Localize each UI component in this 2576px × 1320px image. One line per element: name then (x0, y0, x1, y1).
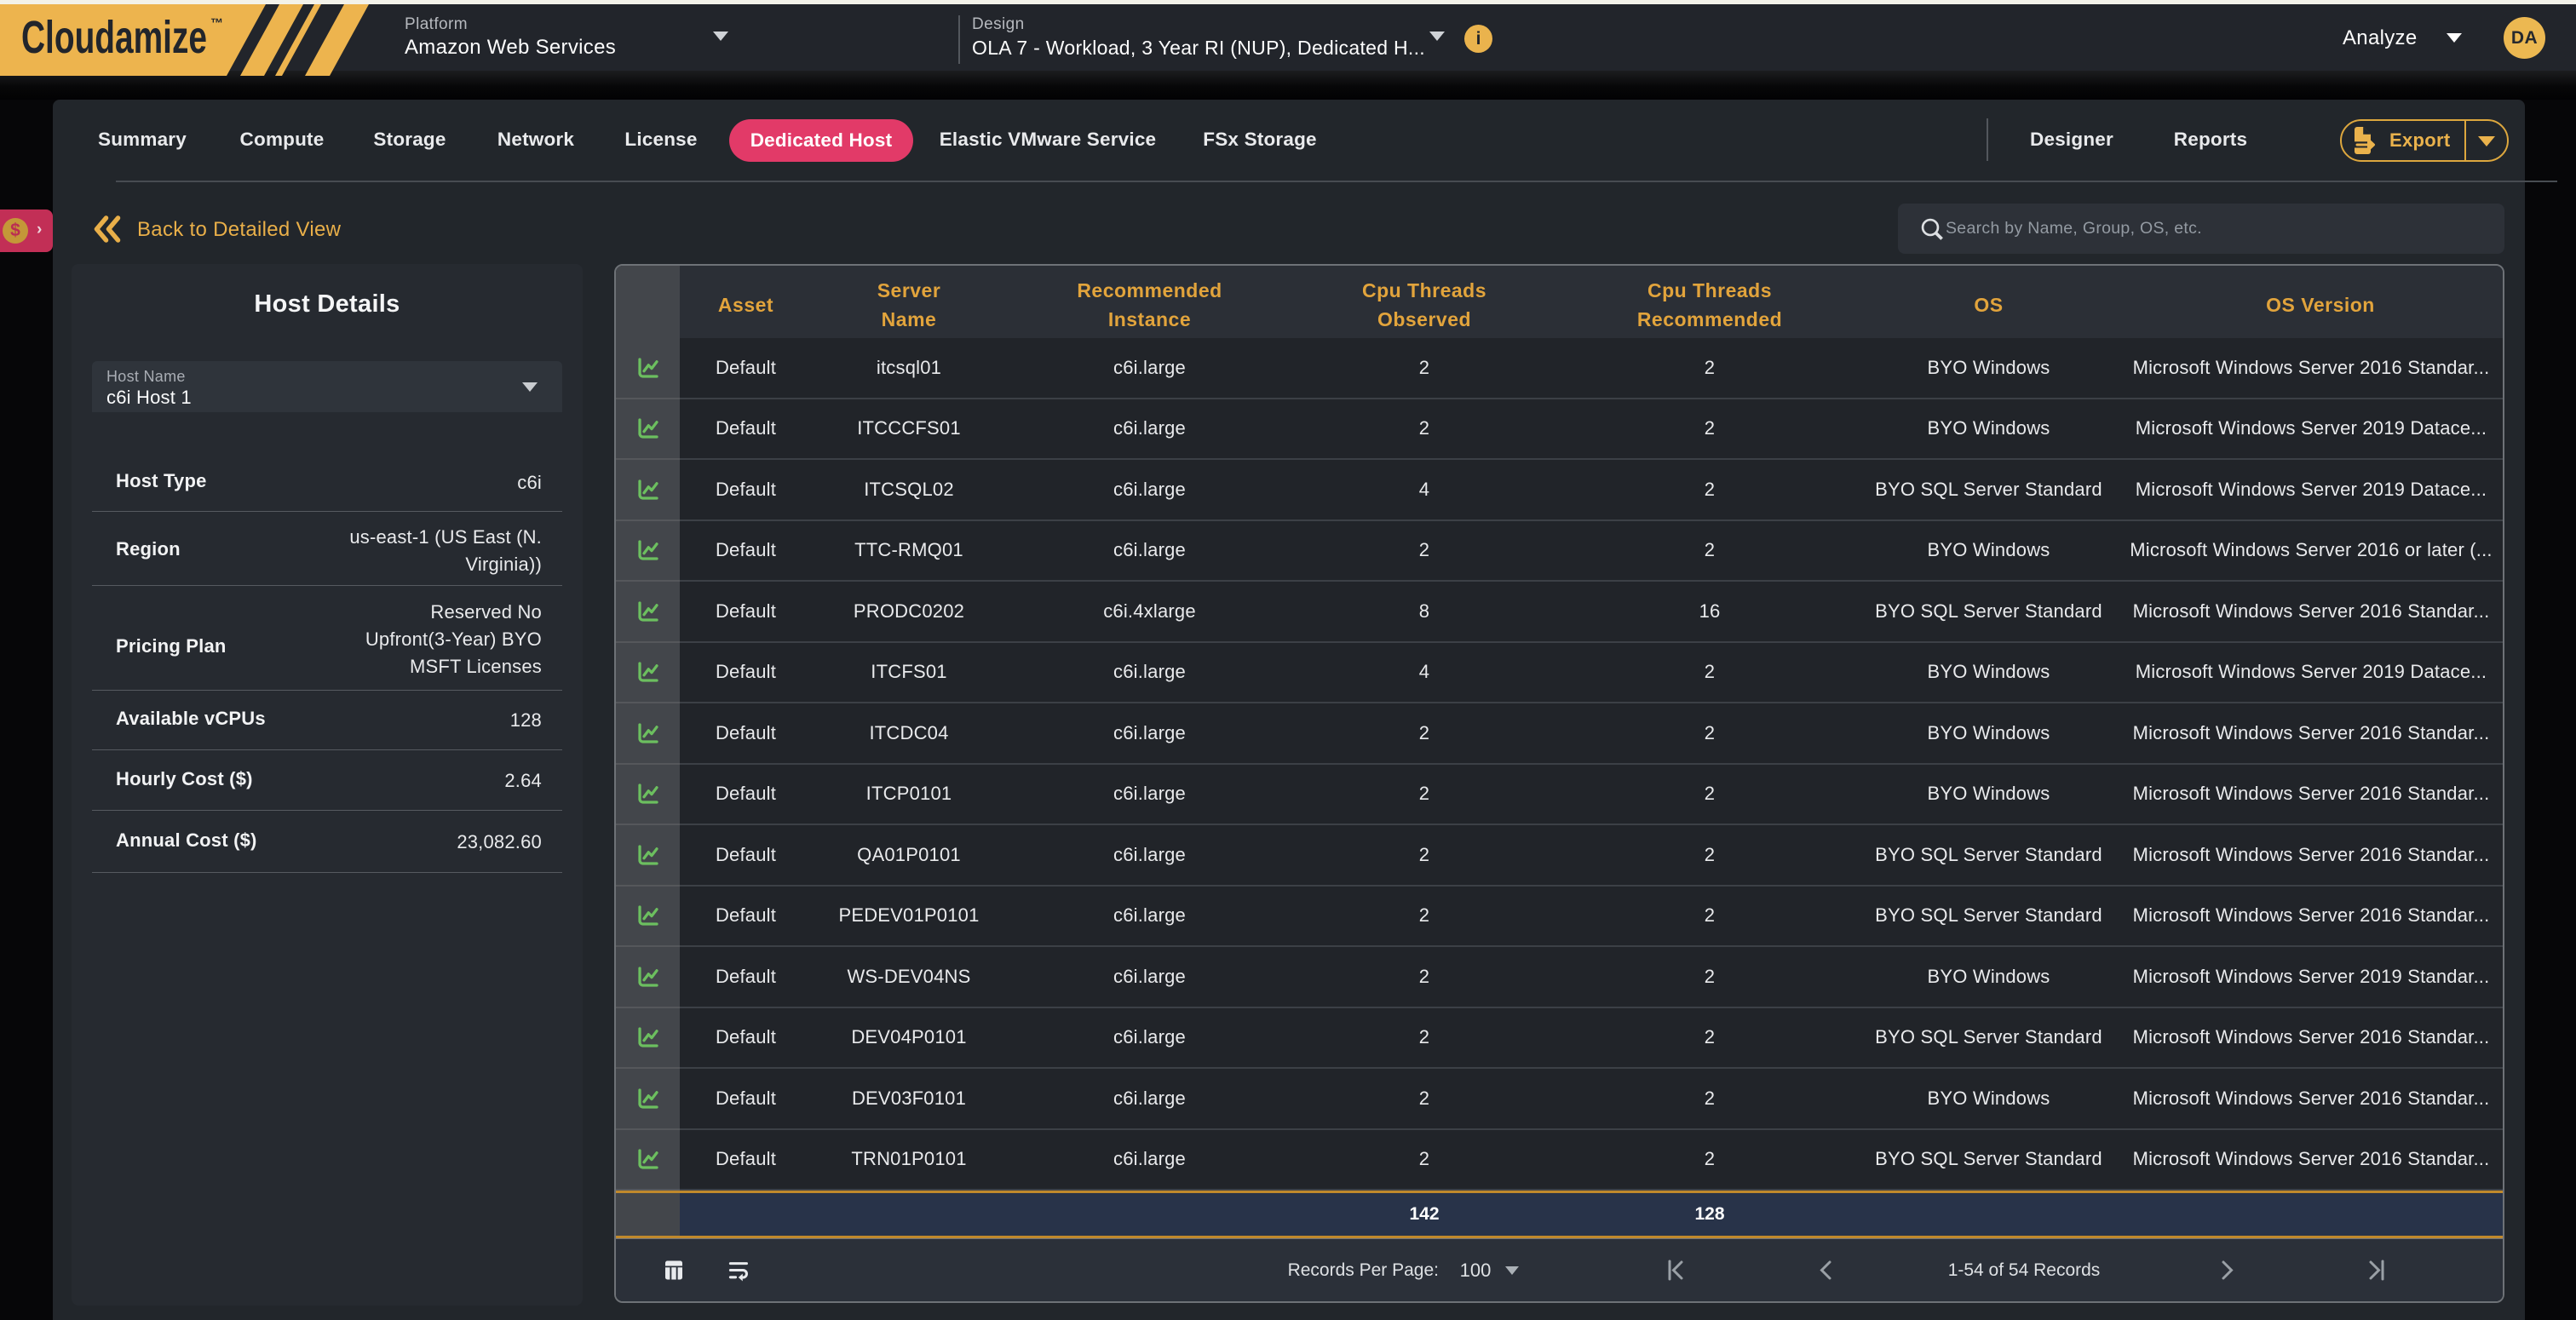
svg-text:™: ™ (210, 16, 223, 31)
svg-text:Cloudamize: Cloudamize (21, 12, 207, 63)
